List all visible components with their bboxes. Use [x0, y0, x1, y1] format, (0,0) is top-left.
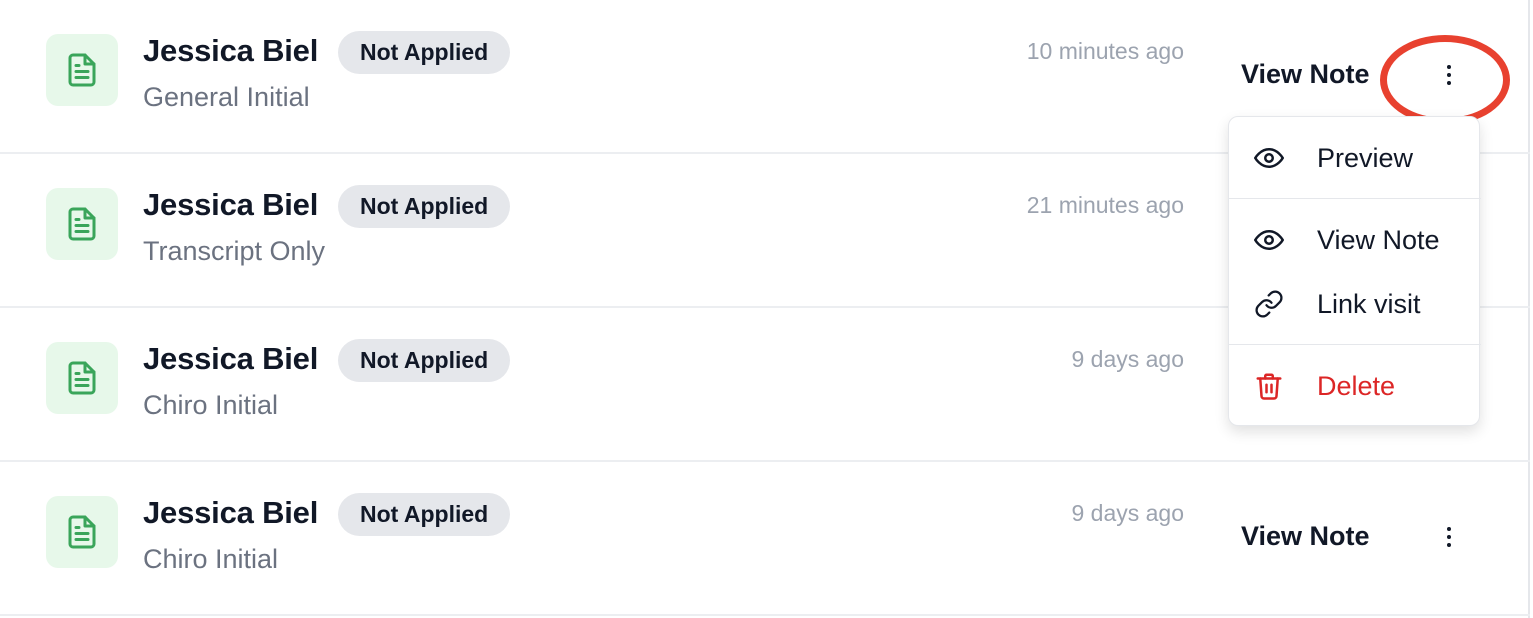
status-badge: Not Applied: [338, 493, 511, 536]
menu-item-label: Delete: [1317, 370, 1396, 401]
view-note-button[interactable]: View Note: [1241, 521, 1370, 552]
link-icon: [1253, 288, 1285, 320]
more-options-menu: Preview View Note Link visit Delete: [1228, 116, 1481, 426]
patient-name: Jessica Biel: [143, 495, 319, 530]
patient-name: Jessica Biel: [143, 33, 319, 68]
more-options-button[interactable]: [1432, 520, 1466, 554]
note-row: Jessica Biel Not Applied Chiro Initial 9…: [0, 462, 1530, 614]
menu-item-preview[interactable]: Preview: [1229, 129, 1481, 187]
note-template: Chiro Initial: [143, 390, 279, 420]
menu-divider: [1229, 344, 1481, 345]
trash-icon: [1253, 370, 1285, 402]
note-template: Chiro Initial: [143, 544, 279, 574]
eye-icon: [1253, 142, 1285, 174]
view-note-button[interactable]: View Note: [1241, 59, 1370, 90]
note-template: Transcript Only: [143, 236, 326, 266]
menu-item-link-visit[interactable]: Link visit: [1229, 275, 1481, 333]
kebab-icon: [1447, 65, 1451, 85]
more-options-button[interactable]: [1432, 58, 1466, 92]
menu-item-label: Link visit: [1317, 288, 1421, 319]
document-icon: [46, 34, 118, 106]
note-template: General Initial: [143, 82, 310, 112]
patient-name: Jessica Biel: [143, 341, 319, 376]
menu-divider: [1229, 198, 1481, 199]
status-badge: Not Applied: [338, 339, 511, 382]
document-icon: [46, 342, 118, 414]
patient-name: Jessica Biel: [143, 187, 319, 222]
note-timestamp: 10 minutes ago: [1026, 38, 1184, 64]
row-divider: [0, 614, 1530, 616]
status-badge: Not Applied: [338, 31, 511, 74]
document-icon: [46, 188, 118, 260]
menu-item-delete[interactable]: Delete: [1229, 357, 1481, 415]
document-icon: [46, 496, 118, 568]
eye-icon: [1253, 224, 1285, 256]
menu-item-label: View Note: [1317, 224, 1440, 255]
menu-item-view-note[interactable]: View Note: [1229, 211, 1481, 269]
menu-item-label: Preview: [1317, 142, 1414, 173]
note-timestamp: 9 days ago: [1071, 500, 1184, 526]
note-timestamp: 9 days ago: [1071, 346, 1184, 372]
note-timestamp: 21 minutes ago: [1026, 192, 1184, 218]
status-badge: Not Applied: [338, 185, 511, 228]
kebab-icon: [1447, 527, 1451, 547]
